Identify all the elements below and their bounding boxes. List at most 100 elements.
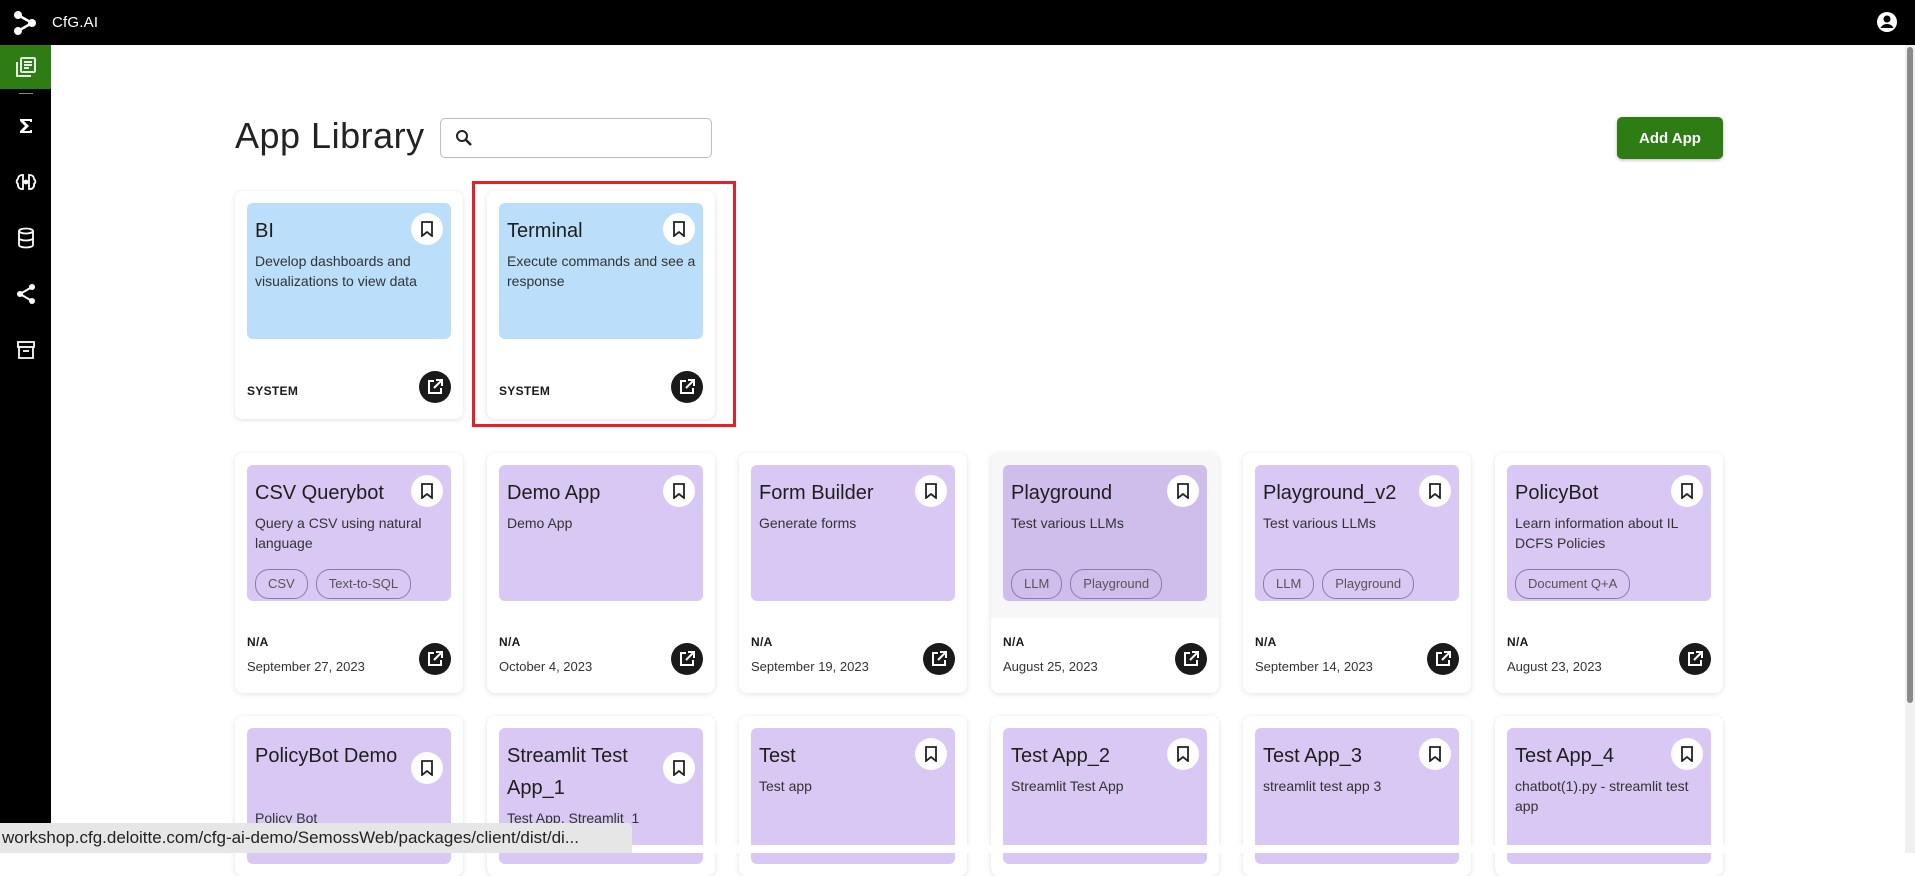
card-banner[interactable]: Form Builder Generate forms xyxy=(751,465,955,601)
tag-list: CSV Text-to-SQL xyxy=(255,569,412,599)
share-nodes-icon xyxy=(16,284,35,304)
sidebar-item-app-library[interactable] xyxy=(0,45,51,89)
bookmark-icon[interactable] xyxy=(1671,475,1703,507)
tag-chip[interactable]: LLM xyxy=(1011,569,1063,599)
open-app-icon[interactable] xyxy=(671,643,703,675)
sidebar-item-functions[interactable] xyxy=(0,104,51,148)
top-bar: CfG.AI xyxy=(0,0,1915,45)
app-name: Demo App xyxy=(507,482,601,504)
app-date: September 14, 2023 xyxy=(1255,659,1373,674)
card-banner[interactable]: Test Test app xyxy=(751,728,955,864)
bookmark-icon[interactable] xyxy=(663,752,695,784)
app-name: Form Builder xyxy=(759,482,874,504)
app-date: September 19, 2023 xyxy=(751,659,869,674)
database-icon xyxy=(17,227,34,249)
app-name: Test App_3 xyxy=(1263,745,1362,767)
tag-chip[interactable]: Text-to-SQL xyxy=(315,569,412,599)
open-app-icon[interactable] xyxy=(1679,643,1711,675)
page-scrollbar[interactable] xyxy=(1905,45,1915,853)
app-owner: N/A xyxy=(499,635,521,649)
app-name: BI xyxy=(255,220,274,242)
sidebar-item-storage[interactable] xyxy=(0,328,51,372)
tag-chip[interactable]: Document Q+A xyxy=(1515,569,1631,599)
card-banner[interactable]: Playground Test various LLMs LLM Playgro… xyxy=(1003,465,1207,601)
sigma-icon xyxy=(19,119,32,133)
search-input[interactable] xyxy=(479,122,703,154)
app-owner: SYSTEM xyxy=(247,384,299,398)
link-status-bar: workshop.cfg.deloitte.com/cfg-ai-demo/Se… xyxy=(0,823,632,853)
app-name: Test xyxy=(759,745,796,767)
tag-list: LLM Playground xyxy=(1011,569,1163,599)
card-banner[interactable]: Demo App Demo App xyxy=(499,465,703,601)
scrollbar-thumb[interactable] xyxy=(1907,47,1913,703)
sidebar-item-databases[interactable] xyxy=(0,216,51,260)
app-owner: N/A xyxy=(751,635,773,649)
tag-list: LLM Playground xyxy=(1263,569,1415,599)
open-app-icon[interactable] xyxy=(923,643,955,675)
app-card-csv-querybot[interactable]: CSV Querybot Query a CSV using natural l… xyxy=(235,453,463,693)
bookmark-icon[interactable] xyxy=(1419,738,1451,770)
bookmark-icon[interactable] xyxy=(411,752,443,784)
app-card-playground-v2[interactable]: Playground_v2 Test various LLMs LLM Play… xyxy=(1243,453,1471,693)
open-app-icon[interactable] xyxy=(1175,643,1207,675)
app-card-demo-app[interactable]: Demo App Demo App N/A October 4, 2023 xyxy=(487,453,715,693)
app-name: PolicyBot Demo xyxy=(255,745,398,767)
user-account-icon[interactable] xyxy=(1875,10,1899,34)
open-app-icon[interactable] xyxy=(1427,643,1459,675)
page-title: App Library xyxy=(235,115,425,156)
card-banner[interactable]: Test App_4 chatbot(1).py - streamlit tes… xyxy=(1507,728,1711,864)
sidebar-item-models[interactable] xyxy=(0,160,51,204)
bookmark-icon[interactable] xyxy=(1167,738,1199,770)
card-banner[interactable]: CSV Querybot Query a CSV using natural l… xyxy=(247,465,451,601)
app-name: Test App_4 xyxy=(1515,745,1614,767)
app-description: Test various LLMs xyxy=(1011,515,1124,531)
card-banner[interactable]: PolicyBot Learn information about IL DCF… xyxy=(1507,465,1711,601)
tag-chip[interactable]: Playground xyxy=(1322,569,1415,599)
app-owner: N/A xyxy=(1507,635,1529,649)
tag-chip[interactable]: CSV xyxy=(255,569,308,599)
tag-list: Document Q+A xyxy=(1515,569,1631,599)
selection-highlight xyxy=(472,181,736,427)
bookmark-icon[interactable] xyxy=(663,475,695,507)
app-owner: N/A xyxy=(1255,635,1277,649)
app-name: PolicyBot xyxy=(1515,482,1599,504)
app-card-playground[interactable]: Playground Test various LLMs LLM Playgro… xyxy=(991,453,1219,693)
tag-chip[interactable]: LLM xyxy=(1263,569,1315,599)
app-description: streamlit test app 3 xyxy=(1263,778,1382,794)
sidebar-item-workflows[interactable] xyxy=(0,272,51,316)
app-card-bi[interactable]: BI Develop dashboards and visualizations… xyxy=(235,191,463,419)
sidebar xyxy=(0,45,51,853)
archive-icon xyxy=(16,341,35,359)
app-card-form-builder[interactable]: Form Builder Generate forms N/A Septembe… xyxy=(739,453,967,693)
open-app-icon[interactable] xyxy=(419,371,451,403)
app-owner: N/A xyxy=(247,635,269,649)
app-description: Generate forms xyxy=(759,515,857,531)
app-name: Playground_v2 xyxy=(1263,482,1397,504)
app-date: October 4, 2023 xyxy=(499,659,593,674)
app-name: CSV Querybot xyxy=(255,482,384,504)
card-banner[interactable]: Playground_v2 Test various LLMs LLM Play… xyxy=(1255,465,1459,601)
bookmark-icon[interactable] xyxy=(1671,738,1703,770)
bookmark-icon[interactable] xyxy=(915,475,947,507)
app-logo-icon[interactable] xyxy=(10,8,40,38)
bookmark-icon[interactable] xyxy=(1419,475,1451,507)
brand-name[interactable]: CfG.AI xyxy=(52,14,98,31)
app-card-policybot[interactable]: PolicyBot Learn information about IL DCF… xyxy=(1495,453,1723,693)
search-box[interactable] xyxy=(440,118,712,158)
tag-chip[interactable]: Playground xyxy=(1070,569,1163,599)
app-description: Demo App xyxy=(507,515,573,531)
card-banner[interactable]: BI Develop dashboards and visualizations… xyxy=(247,203,451,339)
app-date: September 27, 2023 xyxy=(247,659,365,674)
bookmark-icon[interactable] xyxy=(915,738,947,770)
bookmark-icon[interactable] xyxy=(411,475,443,507)
card-banner[interactable]: Test App_2 Streamlit Test App xyxy=(1003,728,1207,864)
card-banner[interactable]: Test App_3 streamlit test app 3 xyxy=(1255,728,1459,864)
bookmark-icon[interactable] xyxy=(1167,475,1199,507)
search-icon xyxy=(456,130,472,146)
app-date: August 23, 2023 xyxy=(1507,659,1602,674)
brain-icon xyxy=(15,174,36,190)
bookmark-icon[interactable] xyxy=(411,213,443,245)
add-app-button[interactable]: Add App xyxy=(1617,117,1723,159)
app-description: Learn information about IL DCFS Policies xyxy=(1515,515,1678,551)
open-app-icon[interactable] xyxy=(419,643,451,675)
